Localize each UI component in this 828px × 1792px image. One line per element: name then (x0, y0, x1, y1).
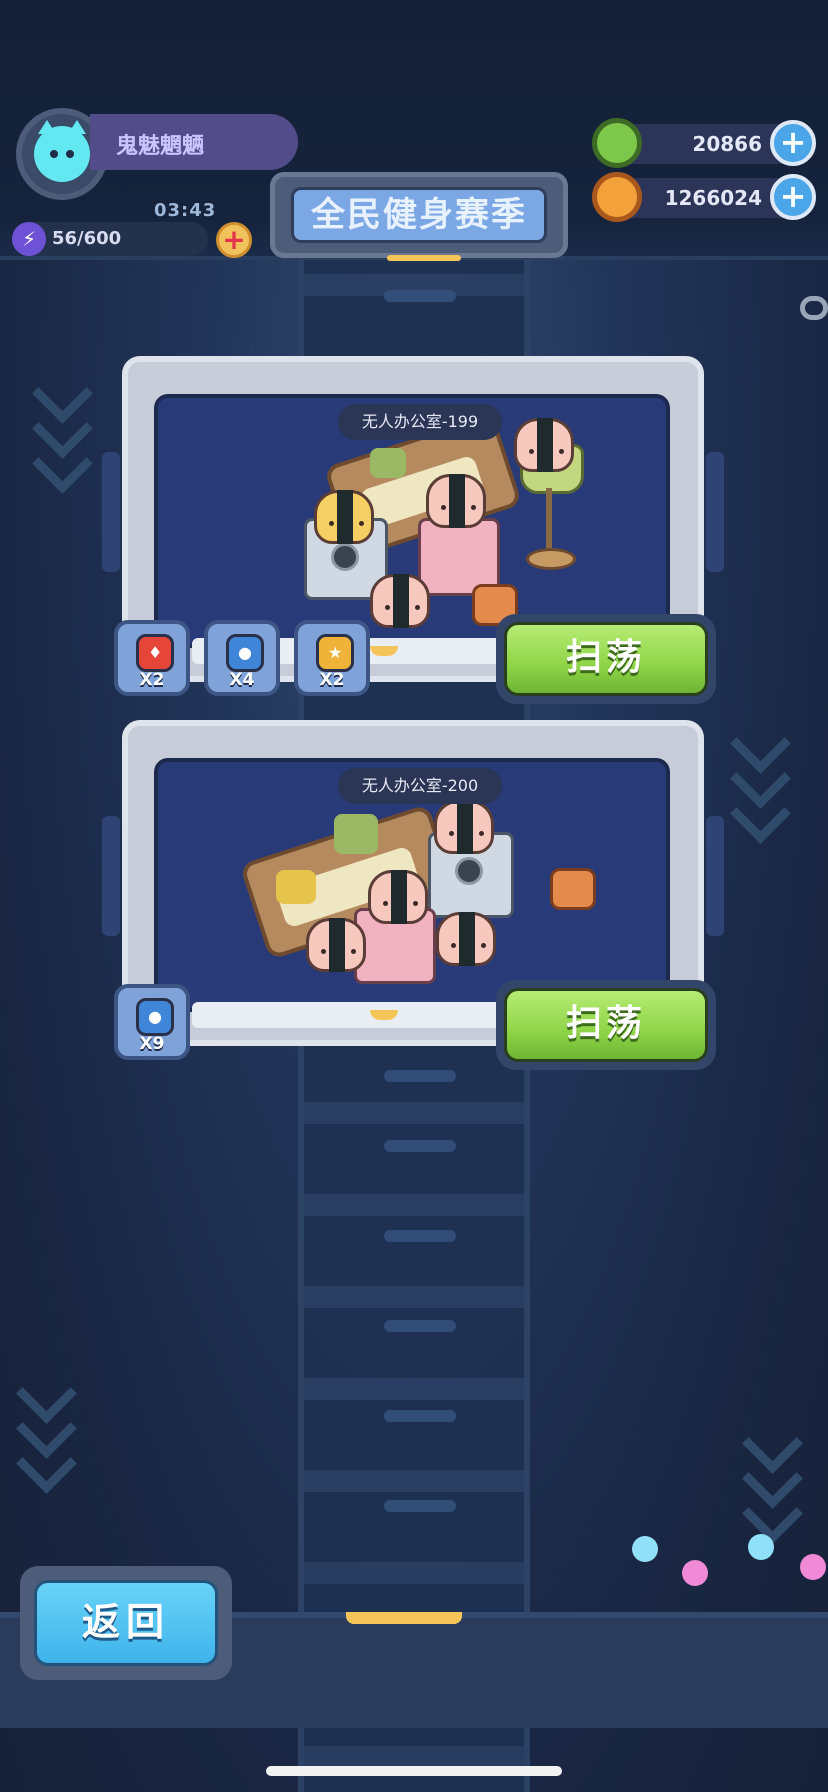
light-bulb-icon (748, 1534, 774, 1560)
gold-planet-coin-icon (592, 172, 642, 222)
currency-coin: 1266024 + (592, 172, 816, 222)
sushi-icon (306, 918, 366, 972)
blue-water-gem-icon: ● (136, 998, 174, 1036)
cat-avatar-icon (34, 120, 90, 182)
level-title: 无人办公室-199 (338, 404, 502, 440)
gem-count: 20866 (692, 132, 762, 156)
blue-water-gem-icon: ● (226, 634, 264, 672)
reward-item[interactable]: ● X9 (114, 984, 190, 1060)
radio-icon (550, 868, 596, 910)
currency-gem: 20866 + (592, 118, 816, 168)
sushi-icon (314, 490, 374, 544)
back-button[interactable]: 返回 (20, 1566, 232, 1680)
sweep-button-label: 扫荡 (504, 622, 708, 696)
back-button-label: 返回 (34, 1580, 218, 1666)
player-name-pill: 鬼魅魍魉 (90, 114, 298, 170)
side-clip-icon[interactable] (790, 290, 828, 350)
sushi-icon (426, 474, 486, 528)
add-coin-button[interactable]: + (770, 174, 816, 220)
event-title: 全民健身赛季 (291, 187, 547, 243)
sushi-icon (370, 574, 430, 628)
chevron-down-icon (729, 713, 791, 850)
reward-item[interactable]: ♦ X2 (114, 620, 190, 696)
add-energy-button[interactable]: + (216, 222, 252, 258)
light-bulb-icon (800, 1554, 826, 1580)
chevron-down-icon (741, 1413, 803, 1550)
sweep-button[interactable]: 扫荡 (496, 614, 716, 704)
reward-item[interactable]: ★ X2 (294, 620, 370, 696)
sushi-icon (436, 912, 496, 966)
add-gem-button[interactable]: + (770, 120, 816, 166)
gold-star-gem-icon: ★ (316, 634, 354, 672)
coin-count: 1266024 (664, 186, 762, 210)
energy-timer: 03:43 (154, 200, 217, 221)
player-name: 鬼魅魍魉 (116, 134, 205, 159)
red-fire-gem-icon: ♦ (136, 634, 174, 672)
floor-accent (346, 1612, 462, 1624)
lightning-icon: ⚡ (12, 222, 46, 256)
sweep-button-label: 扫荡 (504, 988, 708, 1062)
event-banner: 全民健身赛季 (270, 172, 568, 261)
reward-item[interactable]: ● X4 (204, 620, 280, 696)
energy-value: 56/600 (52, 228, 122, 249)
light-bulb-icon (632, 1536, 658, 1562)
green-gem-ring-icon (592, 118, 642, 168)
sushi-icon (514, 418, 574, 472)
sushi-icon (368, 870, 428, 924)
chevron-down-icon (31, 363, 93, 500)
light-bulb-icon (682, 1560, 708, 1586)
home-indicator[interactable] (266, 1766, 562, 1776)
level-title: 无人办公室-200 (338, 768, 502, 804)
level-preview: 无人办公室-200 (154, 758, 670, 1012)
banner-accent (387, 255, 461, 261)
chevron-down-icon (15, 1363, 77, 1500)
energy-bar: ⚡ 56/600 (12, 222, 208, 256)
sweep-button[interactable]: 扫荡 (496, 980, 716, 1070)
level-preview: 无人办公室-199 (154, 394, 670, 648)
sushi-icon (434, 800, 494, 854)
